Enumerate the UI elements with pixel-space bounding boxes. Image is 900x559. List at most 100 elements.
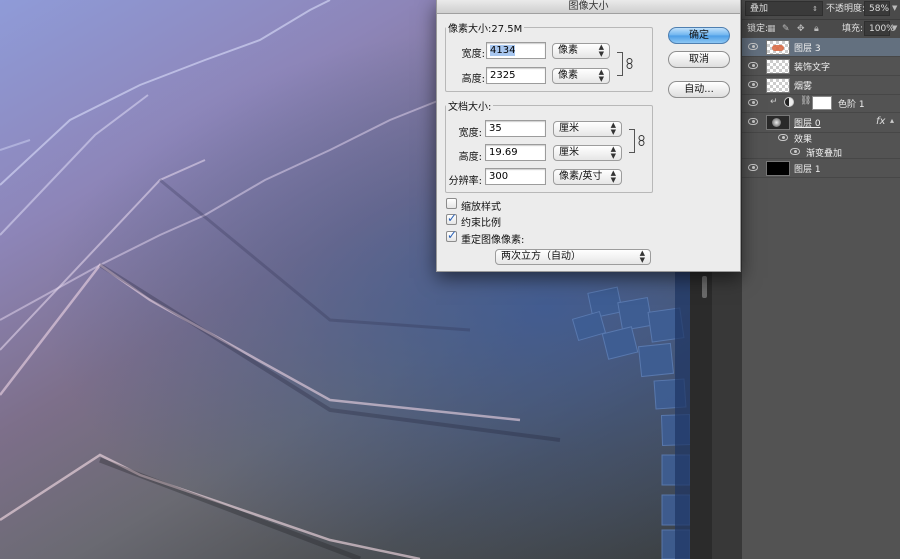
doc-width-value: 35 [489, 123, 502, 134]
dialog-title[interactable]: 图像大小 [437, 0, 740, 14]
pixel-width-unit-select[interactable]: 像素 ▲ ▼ [552, 43, 610, 59]
image-size-dialog: 图像大小 像素大小:27.5M 宽度: 4134 像素 ▲ ▼ 高度: 2325 … [436, 0, 741, 272]
lock-pixels-icon[interactable]: ✎ [782, 22, 790, 36]
layer-name: 图层 0 [794, 119, 821, 129]
fill-label: 填充: [842, 24, 864, 34]
layer-name: 装饰文字 [794, 63, 831, 73]
layer-mask-thumbnail [812, 96, 832, 110]
doc-width-input[interactable]: 35 [485, 120, 546, 137]
layer-name: 烟雾 [794, 82, 813, 92]
updown-arrows-icon: ▲ ▼ [598, 43, 604, 58]
visibility-eye-icon[interactable] [748, 43, 758, 50]
document-size-legend: 文档大小: [448, 102, 492, 113]
effects-row[interactable]: 效果 [742, 131, 900, 145]
levels-adjustment-icon [784, 97, 794, 107]
resample-checkbox[interactable] [446, 228, 457, 242]
lock-row: 锁定: ▦ ✎ ✥ 🔒︎ 填充: 100% ▼ [742, 19, 900, 38]
opacity-value: 58% [869, 4, 890, 14]
blend-mode-value: 叠加 [750, 4, 769, 14]
resolution-unit: 像素/英寸 [559, 171, 603, 182]
visibility-eye-icon[interactable] [748, 164, 758, 171]
opacity-input[interactable]: 58% [864, 1, 890, 16]
layer-row[interactable]: 图层 0 fx ▴ [742, 113, 900, 133]
visibility-eye-icon[interactable] [790, 148, 800, 155]
blend-mode-select[interactable]: 叠加 ⇕ [745, 1, 823, 16]
doc-width-unit: 厘米 [559, 123, 579, 134]
pixel-width-label: 宽度: [461, 49, 485, 60]
scale-styles-label: 缩放样式 [461, 202, 501, 213]
layer-thumbnail [766, 115, 790, 130]
doc-width-label: 宽度: [458, 128, 482, 139]
updown-arrows-icon: ▲ ▼ [610, 169, 616, 184]
pixel-height-unit: 像素 [558, 70, 578, 81]
layers-panel: 叠加 ⇕ 不透明度: 58% ▼ 锁定: ▦ ✎ ✥ 🔒︎ 填充: 100% ▼… [742, 0, 900, 559]
visibility-eye-icon[interactable] [748, 62, 758, 69]
visibility-eye-icon[interactable] [748, 81, 758, 88]
pixel-height-label: 高度: [461, 74, 485, 85]
updown-arrows-icon: ▲ ▼ [610, 121, 616, 136]
pixel-width-unit: 像素 [558, 45, 578, 56]
lock-position-icon[interactable]: ✥ [797, 22, 805, 36]
clip-arrow-icon: ↵ [770, 97, 778, 107]
pixel-width-input[interactable]: 4134 [486, 42, 546, 59]
pixel-height-unit-select[interactable]: 像素 ▲ ▼ [552, 68, 610, 84]
doc-width-unit-select[interactable]: 厘米 ▲ ▼ [553, 121, 622, 137]
updown-arrows-icon: ▲ ▼ [639, 249, 645, 264]
doc-height-label: 高度: [458, 152, 482, 163]
layer-thumbnail [766, 161, 790, 176]
effects-label: 效果 [794, 135, 813, 145]
fx-icon[interactable]: fx [876, 116, 885, 127]
expand-effects-icon[interactable]: ▴ [890, 116, 894, 125]
adjustment-layer-row[interactable]: ↵ ⛓︎ 色阶 1 [742, 94, 900, 113]
doc-height-input[interactable]: 19.69 [485, 144, 546, 161]
visibility-eye-icon[interactable] [778, 134, 788, 141]
visibility-eye-icon[interactable] [748, 99, 758, 106]
chain-link-icon [626, 58, 633, 69]
ok-button[interactable]: 确定 [668, 27, 730, 44]
opacity-dropdown-icon[interactable]: ▼ [892, 4, 897, 12]
layer-row[interactable]: 装饰文字 [742, 57, 900, 76]
cancel-button[interactable]: 取消 [668, 51, 730, 68]
visibility-eye-icon[interactable] [748, 118, 758, 125]
updown-arrows-icon: ▲ ▼ [610, 145, 616, 160]
pixel-width-value: 4134 [490, 45, 516, 56]
doc-height-unit-select[interactable]: 厘米 ▲ ▼ [553, 145, 622, 161]
pixel-height-value: 2325 [490, 70, 516, 81]
auto-button[interactable]: 自动... [668, 81, 730, 98]
resolution-label: 分辨率: [448, 176, 482, 187]
chain-link-icon [638, 135, 645, 146]
fill-value: 100% [869, 24, 895, 34]
scrollbar-thumb[interactable] [702, 276, 707, 298]
resample-method-select[interactable]: 两次立方（自动） ▲ ▼ [495, 249, 651, 265]
resample-label: 重定图像像素: [461, 235, 525, 246]
effect-row[interactable]: 渐变叠加 [742, 145, 900, 159]
layer-row[interactable]: 烟雾 [742, 76, 900, 95]
doc-constrain-bracket [629, 129, 635, 153]
constrain-proportions-checkbox[interactable] [446, 211, 457, 225]
layer-row[interactable]: 图层 1 [742, 159, 900, 178]
chevron-down-icon: ⇕ [812, 5, 818, 13]
resolution-value: 300 [489, 171, 509, 182]
lock-all-icon[interactable]: 🔒︎ [814, 22, 819, 36]
layer-thumbnail [766, 40, 790, 55]
pixel-constrain-bracket [617, 52, 623, 76]
pixel-height-input[interactable]: 2325 [486, 67, 546, 84]
scale-styles-checkbox[interactable] [446, 198, 457, 209]
fill-dropdown-icon[interactable]: ▼ [892, 24, 897, 32]
layer-thumbnail [766, 59, 790, 74]
doc-height-value: 19.69 [489, 147, 518, 158]
effect-name: 渐变叠加 [806, 149, 843, 159]
link-icon: ⛓︎ [800, 96, 812, 106]
fill-input[interactable]: 100% [864, 21, 895, 36]
resolution-input[interactable]: 300 [485, 168, 546, 185]
doc-height-unit: 厘米 [559, 147, 579, 158]
updown-arrows-icon: ▲ ▼ [598, 68, 604, 83]
layer-row[interactable]: 图层 3 [742, 38, 900, 57]
constrain-proportions-label: 约束比例 [461, 218, 501, 229]
layer-name: 图层 1 [794, 165, 821, 175]
opacity-label: 不透明度: [826, 4, 866, 14]
layer-name: 图层 3 [794, 44, 821, 54]
lock-transparency-icon[interactable]: ▦ [767, 22, 776, 36]
layer-name: 色阶 1 [838, 100, 865, 110]
resolution-unit-select[interactable]: 像素/英寸 ▲ ▼ [553, 169, 622, 185]
